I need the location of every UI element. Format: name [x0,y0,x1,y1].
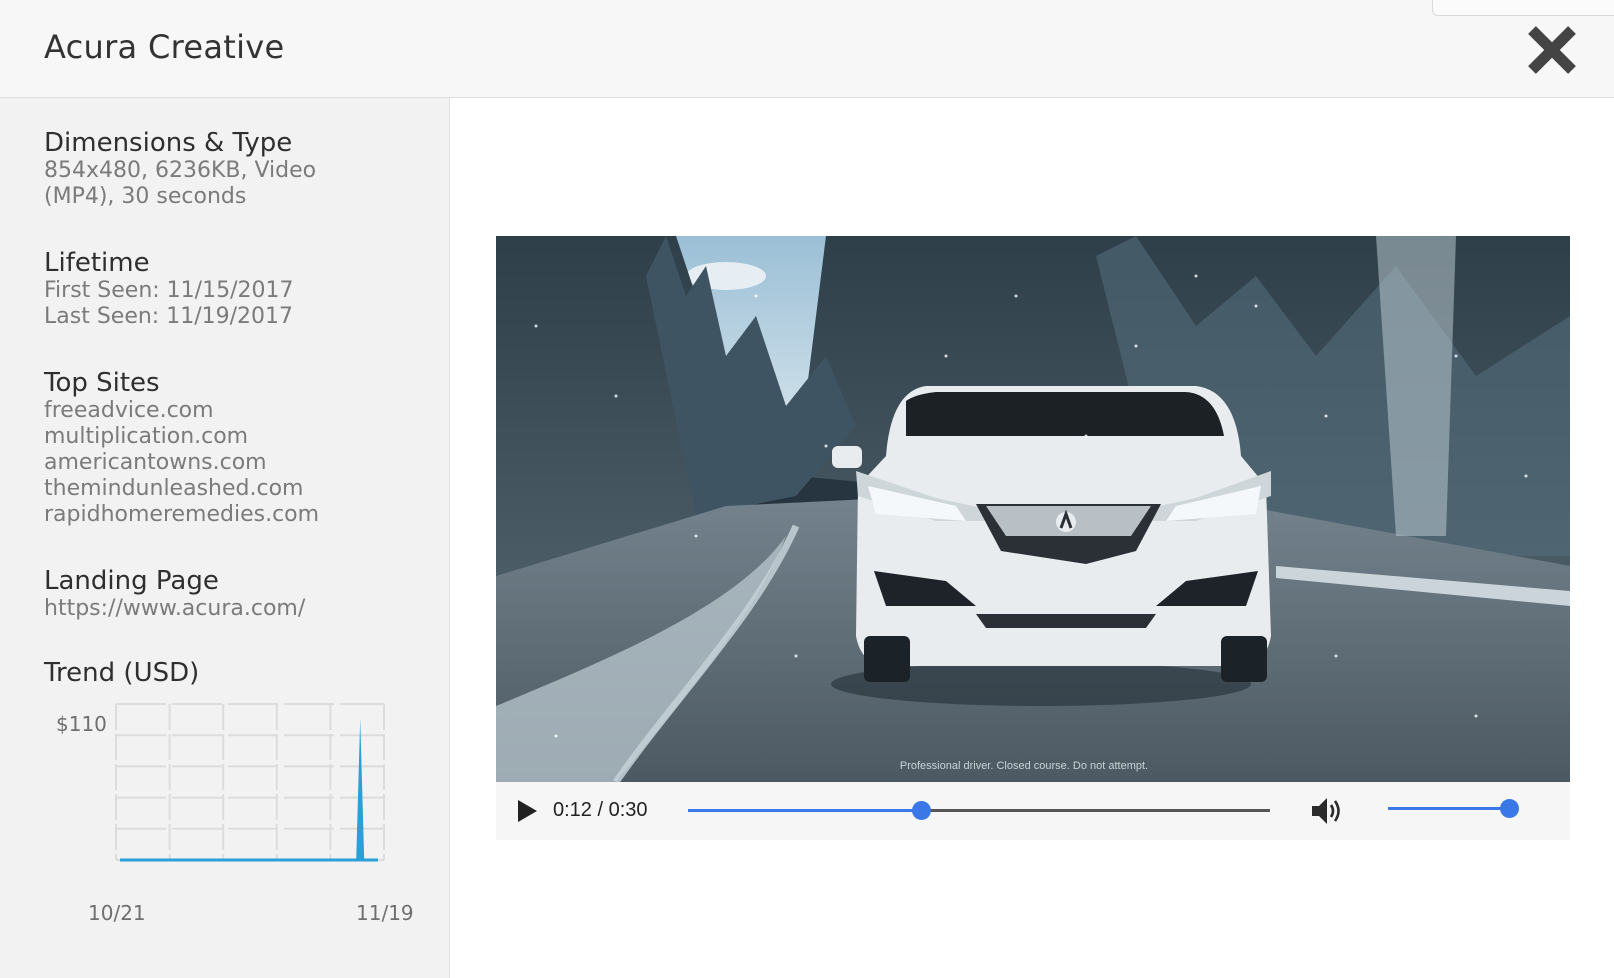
car-graphic [831,386,1271,706]
lifetime-section: Lifetime First Seen: 11/15/2017 Last See… [44,248,293,330]
dimensions-line: (MP4), 30 seconds [44,184,247,209]
trend-section: Trend (USD) [44,658,199,688]
landing-page-section: Landing Page https://www.acura.com/ [44,566,305,622]
volume-icon [1312,798,1340,824]
video-player[interactable]: Professional driver. Closed course. Do n… [496,236,1570,840]
close-button[interactable] [1522,20,1582,80]
current-time: 0:12 [553,799,592,821]
play-icon [518,800,537,822]
trend-heading: Trend (USD) [44,658,200,688]
first-seen: First Seen: 11/15/2017 [44,278,294,303]
dimensions-line: 854x480, 6236KB, Video [44,158,317,183]
lifetime-heading: Lifetime [44,248,150,278]
close-icon [1528,26,1576,74]
chart-grid [115,703,385,861]
site-item: freeadvice.com [44,398,214,423]
video-caption: Professional driver. Closed course. Do n… [900,760,1148,772]
background-input-edge [1432,0,1614,16]
play-button[interactable] [514,798,540,824]
site-item: rapidhomeremedies.com [44,502,320,527]
duration: 0:30 [608,799,648,821]
last-seen: Last Seen: 11/19/2017 [44,304,294,329]
volume-button[interactable] [1310,794,1346,828]
modal-header: Acura Creative [0,0,1614,98]
site-item: americantowns.com [44,450,267,475]
y-tick-label: $110 [56,712,107,736]
progress-fill [688,809,921,812]
time-readout: 0:12 / 0:30 [553,799,648,822]
landing-page-url[interactable]: https://www.acura.com/ [44,596,305,622]
top-sites-heading: Top Sites [44,368,160,398]
site-item: themindunleashed.com [44,476,304,501]
video-still: Professional driver. Closed course. Do n… [496,236,1570,782]
video-controls: 0:12 / 0:30 [496,782,1570,840]
trend-chart: $110 10/21 11/19 [56,703,414,925]
time-separator: / [591,799,609,821]
dimensions-heading: Dimensions & Type [44,128,293,158]
progress-thumb[interactable] [911,801,931,820]
page-title: Acura Creative [44,28,285,66]
volume-fill [1388,807,1510,810]
top-sites-section: Top Sites freeadvice.com multiplication.… [44,368,319,528]
trend-area [120,718,378,860]
volume-thumb[interactable] [1500,799,1519,818]
volume-slider[interactable] [1388,798,1519,818]
x-tick-label-start: 10/21 [88,901,146,925]
dimensions-section: Dimensions & Type 854x480, 6236KB, Video… [44,128,316,210]
progress-slider[interactable] [688,800,1270,820]
landing-page-heading: Landing Page [44,566,219,596]
video-frame[interactable]: Professional driver. Closed course. Do n… [496,236,1570,782]
x-tick-label-end: 11/19 [356,901,414,925]
site-item: multiplication.com [44,424,249,449]
